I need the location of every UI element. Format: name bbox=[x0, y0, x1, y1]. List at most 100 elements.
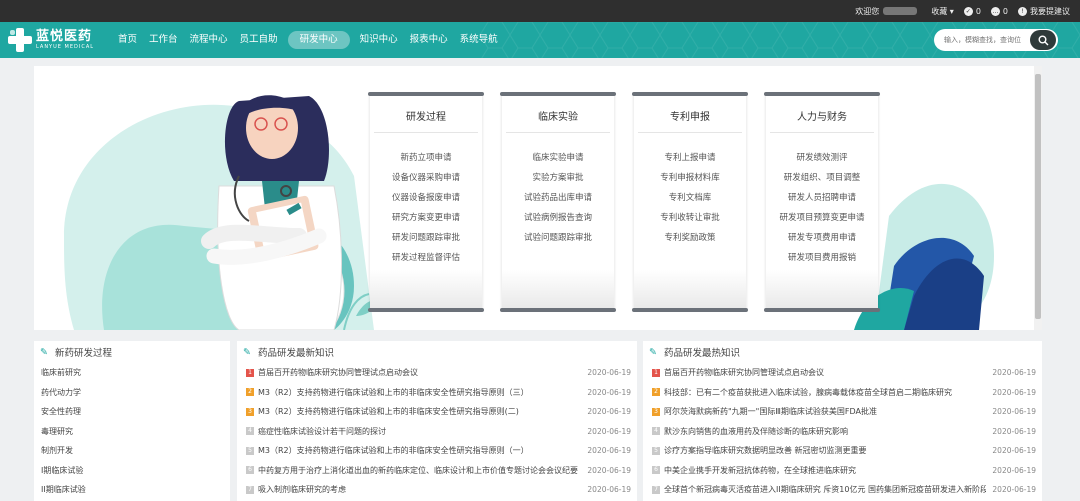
news-date: 2020-06-19 bbox=[587, 387, 631, 397]
process-item[interactable]: 临床前研究 bbox=[41, 363, 230, 383]
nav-item[interactable]: 工作台 bbox=[143, 31, 184, 49]
card-link-list: 研发绩效测评 研发组织、项目调整 研发人员招聘申请 研发项目预算变更申请 研发专项费用申… bbox=[766, 148, 878, 268]
news-title[interactable]: 吸入制剂临床研究的考虑 bbox=[258, 480, 581, 500]
card-divider bbox=[374, 132, 478, 133]
card-link[interactable]: 试验病例报告查询 bbox=[502, 208, 614, 228]
news-title[interactable]: M3（R2）支持药物进行临床试验和上市的非临床安全性研究指导原则（三） bbox=[258, 383, 581, 403]
card-link[interactable]: 仪器设备报废申请 bbox=[370, 188, 482, 208]
nav-item[interactable]: 员工自助 bbox=[234, 31, 284, 49]
card-link[interactable]: 研发专项费用申请 bbox=[766, 228, 878, 248]
cross-logo-icon bbox=[8, 28, 32, 52]
process-item[interactable]: I期临床试验 bbox=[41, 461, 230, 481]
nav-item[interactable]: 知识中心 bbox=[354, 31, 404, 49]
notification-count[interactable]: ✓ 0 bbox=[963, 6, 981, 16]
news-item[interactable]: 1 首届百开药物临床研究协同管理试点启动会议 2020-06-19 bbox=[652, 363, 1036, 383]
news-item[interactable]: 7 吸入制剂临床研究的考虑 2020-06-19 bbox=[246, 480, 631, 500]
card-link[interactable]: 专利奖励政策 bbox=[634, 228, 746, 248]
news-title[interactable]: M3（R2）支持药物进行临床试验和上市的非临床安全性研究指导原则（一） bbox=[258, 441, 581, 461]
rank-badge: 1 bbox=[246, 368, 254, 377]
scrollbar-thumb[interactable] bbox=[1035, 74, 1041, 319]
card-link[interactable]: 研发项目预算变更申请 bbox=[766, 208, 878, 228]
rank-badge: 3 bbox=[246, 407, 254, 416]
card-shadow bbox=[634, 270, 746, 310]
rank-badge: 5 bbox=[652, 446, 660, 455]
news-item[interactable]: 3 阿尔茨海默病新药"九期一"国际Ⅲ期临床试验获美国FDA批准 2020-06-19 bbox=[652, 402, 1036, 422]
news-title[interactable]: 中药复方用于治疗上消化道出血的新药临床定位、临床设计和上市价值专题讨论会会议纪要 bbox=[258, 461, 581, 481]
nav-item[interactable]: 报表中心 bbox=[404, 31, 454, 49]
favorites-menu[interactable]: 收藏 ▾ bbox=[931, 6, 954, 17]
card-link[interactable]: 研发绩效测评 bbox=[766, 148, 878, 168]
card-link[interactable]: 研发人员招聘申请 bbox=[766, 188, 878, 208]
process-item[interactable]: 毒理研究 bbox=[41, 422, 230, 442]
card-link[interactable]: 专利上报申请 bbox=[634, 148, 746, 168]
process-item[interactable]: 安全性药理 bbox=[41, 402, 230, 422]
process-panel-header: ✎ 新药研发过程 bbox=[40, 346, 112, 360]
card-link[interactable]: 新药立项申请 bbox=[370, 148, 482, 168]
card-link[interactable]: 专利申报材料库 bbox=[634, 168, 746, 188]
rd-banner: 研发过程 新药立项申请 设备仪器采购申请 仪器设备报废申请 研究方案变更申请 研发问题跟踪… bbox=[34, 66, 1034, 330]
news-title[interactable]: 诊疗方案指导临床研究数据明显改善 新冠密切监测更重要 bbox=[664, 441, 986, 461]
logo[interactable]: 蓝悦医药 LANYUE MEDICAL bbox=[8, 27, 94, 53]
nav-item[interactable]: 首页 bbox=[112, 31, 143, 49]
card-top-rod bbox=[632, 92, 748, 96]
news-title[interactable]: 默沙东向销售的血液用药及伴随诊断的临床研究影响 bbox=[664, 422, 986, 442]
news-item[interactable]: 7 全球首个新冠病毒灭活疫苗进入II期临床研究 斥资10亿元 国药集团新冠疫苗研发… bbox=[652, 480, 1036, 500]
card-link[interactable]: 研发项目费用报销 bbox=[766, 248, 878, 268]
card-link[interactable]: 设备仪器采购申请 bbox=[370, 168, 482, 188]
latest-knowledge-list: 1 首届百开药物临床研究协同管理试点启动会议 2020-06-19 2 M3（R2）支持… bbox=[237, 363, 637, 500]
card-link[interactable]: 实验方案审批 bbox=[502, 168, 614, 188]
card-top-rod bbox=[764, 92, 880, 96]
process-list: 临床前研究 药代动力学 安全性药理 毒理研究 制剂开发 I期临床试验 II期临床试验 bbox=[34, 363, 230, 500]
card-link[interactable]: 专利收转让审批 bbox=[634, 208, 746, 228]
card-link-list: 临床实验申请 实验方案审批 试验药品出库申请 试验病例报告查询 试验问题跟踪审批 bbox=[502, 148, 614, 248]
news-date: 2020-06-19 bbox=[992, 387, 1036, 397]
message-count[interactable]: … 0 bbox=[990, 6, 1008, 16]
news-item[interactable]: 6 中药复方用于治疗上消化道出血的新药临床定位、临床设计和上市价值专题讨论会会议纪… bbox=[246, 461, 631, 481]
news-title[interactable]: 全球首个新冠病毒灭活疫苗进入II期临床研究 斥资10亿元 国药集团新冠疫苗研发进… bbox=[664, 480, 986, 500]
news-item[interactable]: 5 M3（R2）支持药物进行临床试验和上市的非临床安全性研究指导原则（一） 2020… bbox=[246, 441, 631, 461]
card-link[interactable]: 研发过程监督评估 bbox=[370, 248, 482, 268]
news-item[interactable]: 1 首届百开药物临床研究协同管理试点启动会议 2020-06-19 bbox=[246, 363, 631, 383]
card-link[interactable]: 试验药品出库申请 bbox=[502, 188, 614, 208]
news-title[interactable]: 首届百开药物临床研究协同管理试点启动会议 bbox=[258, 363, 581, 383]
nav-item[interactable]: 系统导航 bbox=[454, 31, 504, 49]
nav-item[interactable]: 研发中心 bbox=[287, 31, 350, 49]
search-input[interactable] bbox=[934, 29, 1024, 51]
news-item[interactable]: 5 诊疗方案指导临床研究数据明显改善 新冠密切监测更重要 2020-06-19 bbox=[652, 441, 1036, 461]
card-bottom-rod bbox=[500, 308, 616, 312]
card-link[interactable]: 试验问题跟踪审批 bbox=[502, 228, 614, 248]
news-title[interactable]: 科技部：已有二个疫苗获批进入临床试验，腺病毒载体疫苗全球首启二期临床研究 bbox=[664, 383, 986, 403]
news-item[interactable]: 3 M3（R2）支持药物进行临床试验和上市的非临床安全性研究指导原则(二) 2020… bbox=[246, 402, 631, 422]
news-item[interactable]: 2 科技部：已有二个疫苗获批进入临床试验，腺病毒载体疫苗全球首启二期临床研究 202… bbox=[652, 383, 1036, 403]
card-link[interactable]: 研究方案变更申请 bbox=[370, 208, 482, 228]
banner-scrollbar[interactable] bbox=[1034, 66, 1042, 330]
process-item[interactable]: 制剂开发 bbox=[41, 441, 230, 461]
card-divider bbox=[770, 132, 874, 133]
news-item[interactable]: 4 癌症性临床试验设计若干问题的探讨 2020-06-19 bbox=[246, 422, 631, 442]
card-link[interactable]: 临床实验申请 bbox=[502, 148, 614, 168]
card-link[interactable]: 研发问题跟踪审批 bbox=[370, 228, 482, 248]
welcome-text: 欢迎您 bbox=[855, 6, 921, 17]
search-button[interactable] bbox=[1030, 30, 1056, 50]
rank-badge: 7 bbox=[246, 485, 254, 494]
news-title[interactable]: 首届百开药物临床研究协同管理试点启动会议 bbox=[664, 363, 986, 383]
news-title[interactable]: 中美企业携手开发新冠抗体药物，在全球推进临床研究 bbox=[664, 461, 986, 481]
process-item[interactable]: II期临床试验 bbox=[41, 480, 230, 500]
card-shadow bbox=[370, 270, 482, 310]
card-link[interactable]: 专利文档库 bbox=[634, 188, 746, 208]
nav-item[interactable]: 流程中心 bbox=[184, 31, 234, 49]
news-item[interactable]: 4 默沙东向销售的血液用药及伴随诊断的临床研究影响 2020-06-19 bbox=[652, 422, 1036, 442]
suggestion-link[interactable]: ! 我要提建议 bbox=[1018, 6, 1070, 17]
card-link[interactable]: 研发组织、项目调整 bbox=[766, 168, 878, 188]
process-item[interactable]: 药代动力学 bbox=[41, 383, 230, 403]
news-date: 2020-06-19 bbox=[992, 465, 1036, 475]
news-item[interactable]: 6 中美企业携手开发新冠抗体药物，在全球推进临床研究 2020-06-19 bbox=[652, 461, 1036, 481]
news-title[interactable]: 癌症性临床试验设计若干问题的探讨 bbox=[258, 422, 581, 442]
news-title[interactable]: M3（R2）支持药物进行临床试验和上市的非临床安全性研究指导原则(二) bbox=[258, 402, 581, 422]
rank-badge: 2 bbox=[246, 388, 254, 397]
news-date: 2020-06-19 bbox=[992, 485, 1036, 494]
news-title[interactable]: 阿尔茨海默病新药"九期一"国际Ⅲ期临床试验获美国FDA批准 bbox=[664, 402, 986, 422]
top-bar: 欢迎您 收藏 ▾ ✓ 0 … 0 ! 我要提建议 bbox=[0, 0, 1080, 22]
news-item[interactable]: 2 M3（R2）支持药物进行临床试验和上市的非临床安全性研究指导原则（三） 2020… bbox=[246, 383, 631, 403]
card-top-rod bbox=[368, 92, 484, 96]
